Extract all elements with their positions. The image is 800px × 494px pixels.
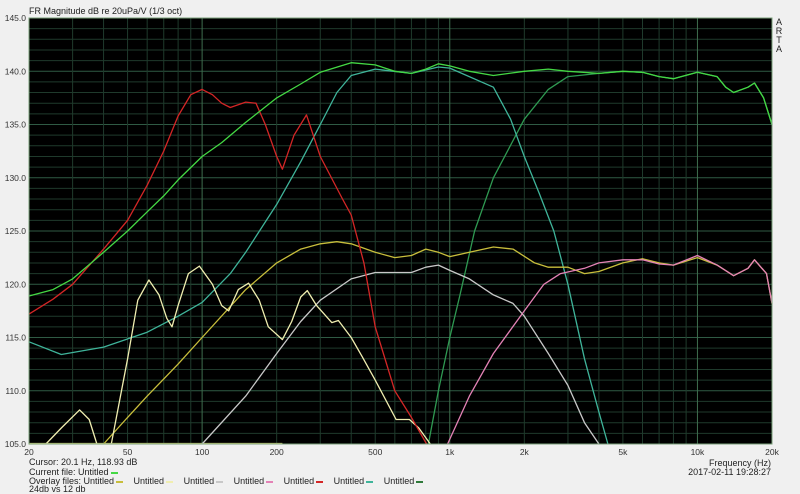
overlay-color-swatch [166,480,174,483]
x-tick-label: 500 [368,447,382,457]
overlay-file-name: Untitled [181,476,215,486]
y-tick-label: 110.0 [5,386,26,396]
current-file-color-swatch [110,471,118,474]
overlay-files-row: Overlay files: Untitled Untitled Untitle… [29,476,431,486]
overlay-file-name: Untitled [231,476,265,486]
timestamp: 2017-02-11 19:28:27 [688,467,771,477]
x-tick-label: 5k [618,447,628,457]
note-text: 24db vs 12 db [29,484,86,494]
cursor-readout: Cursor: 20.1 Hz, 118.93 dB [29,457,138,467]
x-tick-label: 50 [123,447,133,457]
frequency-response-chart[interactable]: 105.0 110.0 115.0 120.0 125.0 130.0 135.0 140.0… [0,0,800,491]
y-tick-label: 125.0 [5,226,27,236]
chart-title: FR Magnitude dB re 20uPa/V (1/3 oct) [29,6,183,16]
overlay-color-swatch [366,480,374,483]
x-tick-label: 10k [691,447,705,457]
y-tick-label: 105.0 [5,439,27,449]
y-tick-label: 130.0 [5,173,27,183]
y-tick-label: 140.0 [5,66,27,76]
overlay-file-name: Untitled [381,476,415,486]
arta-letter: A [775,44,782,54]
overlay-color-swatch [316,480,324,483]
overlay-color-swatch [416,480,424,483]
x-tick-label: 200 [270,447,284,457]
overlay-file-name: Untitled [331,476,365,486]
y-tick-label: 115.0 [5,333,26,343]
overlay-file-name: Untitled [281,476,315,486]
overlay-color-swatch [266,480,274,483]
x-tick-label: 20k [765,447,779,457]
overlay-color-swatch [116,480,124,483]
arta-logo: A R T A [775,18,783,54]
x-tick-label: 100 [195,447,209,457]
y-tick-label: 120.0 [5,279,27,289]
x-tick-label: 2k [520,447,530,457]
overlay-file-name: Untitled [131,476,165,486]
overlay-color-swatch [216,480,224,483]
overlay-file-name: Untitled [83,476,115,486]
x-tick-label: 20 [24,447,34,457]
y-tick-label: 135.0 [5,120,27,130]
x-tick-label: 1k [445,447,455,457]
y-tick-label: 145.0 [5,13,27,23]
